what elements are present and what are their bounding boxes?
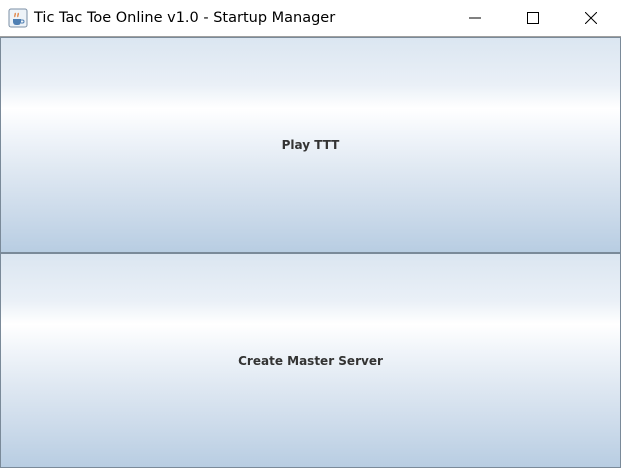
create-master-server-label: Create Master Server (238, 353, 383, 368)
content-panel: Play TTT Create Master Server (0, 37, 621, 468)
minimize-icon (469, 12, 481, 24)
maximize-icon (527, 12, 539, 24)
close-icon (585, 12, 597, 24)
window-title: Tic Tac Toe Online v1.0 - Startup Manage… (34, 10, 336, 26)
java-coffee-cup-icon (8, 8, 28, 28)
play-ttt-button[interactable]: Play TTT (0, 37, 621, 253)
create-master-server-button[interactable]: Create Master Server (0, 253, 621, 468)
play-ttt-label: Play TTT (281, 138, 340, 152)
close-button[interactable] (562, 0, 620, 36)
minimize-button[interactable] (446, 0, 504, 36)
maximize-button[interactable] (504, 0, 562, 36)
title-bar[interactable]: Tic Tac Toe Online v1.0 - Startup Manage… (0, 0, 621, 37)
app-window: Tic Tac Toe Online v1.0 - Startup Manage… (0, 0, 621, 468)
